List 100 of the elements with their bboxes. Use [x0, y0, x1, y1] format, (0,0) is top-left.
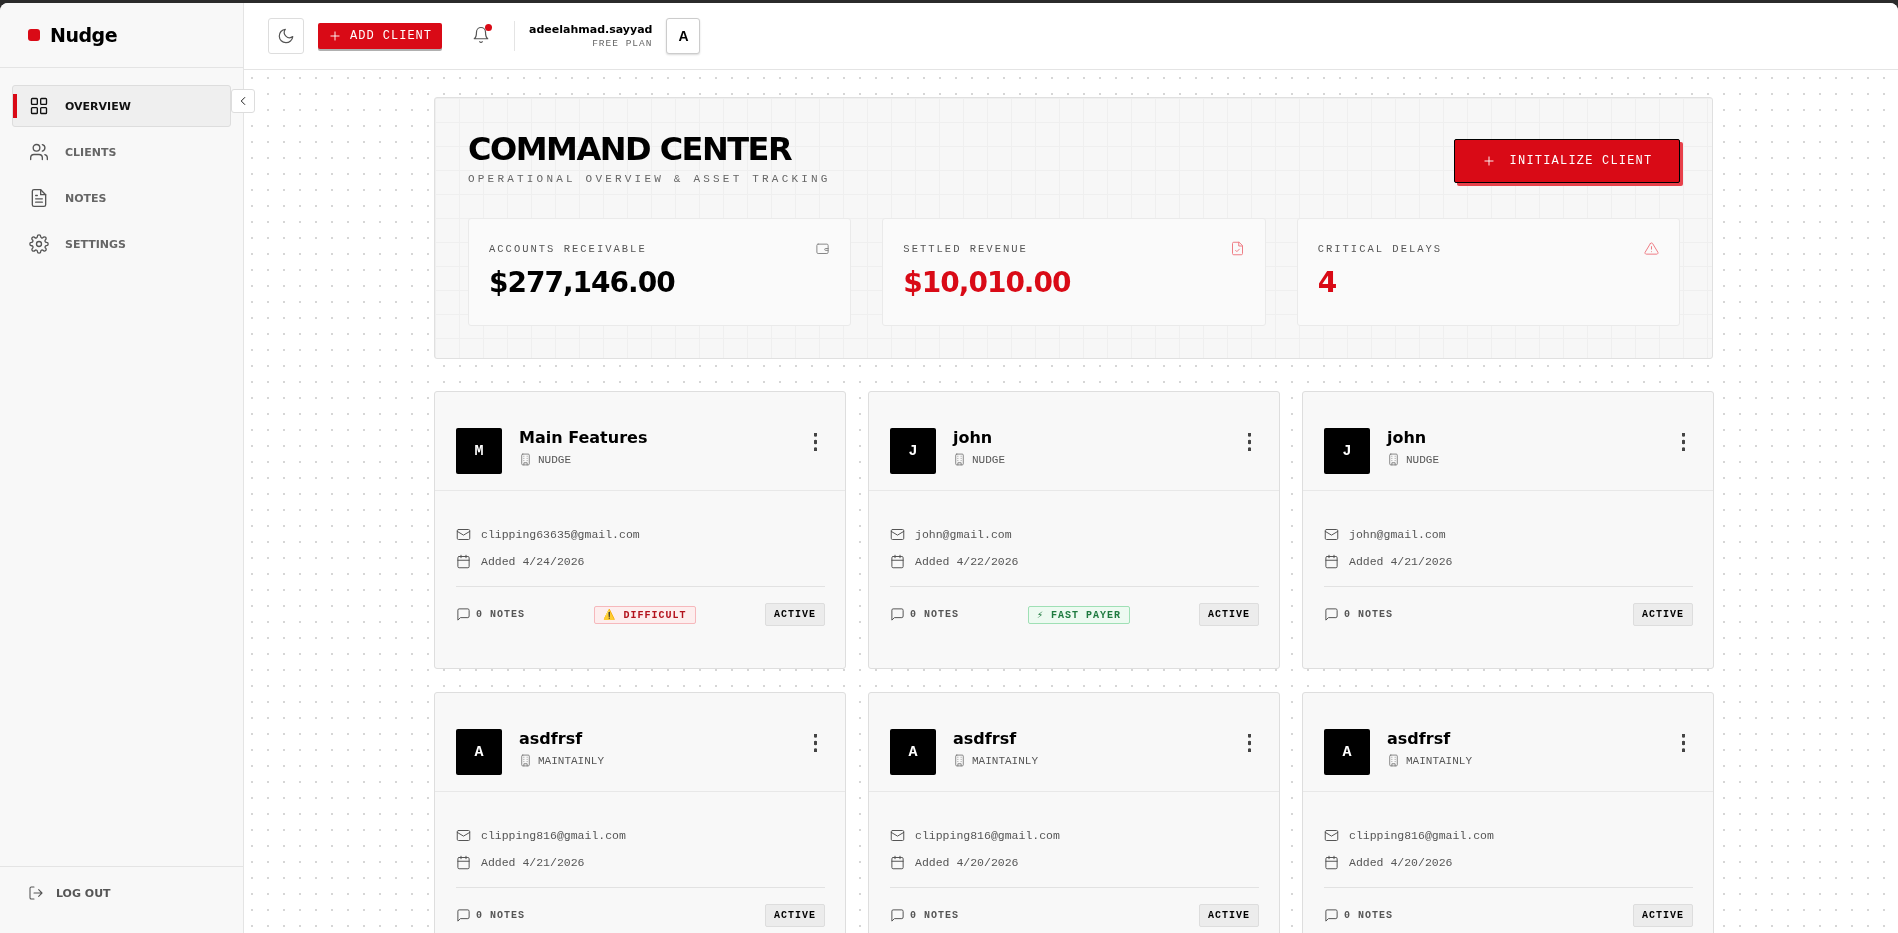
notes-count: 0 NOTES [910, 609, 959, 621]
client-name: asdfrsf [953, 729, 1018, 749]
stat-label: SETTLED REVENUE [903, 242, 1028, 255]
client-name: Main Features [519, 428, 649, 448]
building-icon [519, 754, 532, 768]
logout-icon [28, 885, 44, 901]
nav-item[interactable]: CLIENTS [12, 131, 231, 173]
brand-name: Nudge [50, 24, 117, 46]
logo-icon [28, 29, 40, 41]
client-tag: ⚡ FAST PAYER [1028, 605, 1130, 624]
status-badge: ACTIVE [764, 603, 825, 627]
notes-count: 0 NOTES [476, 910, 525, 922]
building-icon [1387, 453, 1400, 467]
company-name: MAINTAINLY [538, 754, 604, 767]
client-email: john@gmail.com [915, 528, 1012, 542]
stat-value: 4 [1317, 266, 1338, 300]
users-icon [29, 142, 49, 162]
client-email: john@gmail.com [1349, 528, 1446, 542]
comment-icon [1324, 908, 1339, 924]
more-icon [813, 734, 817, 753]
notes-count: 0 NOTES [910, 910, 959, 922]
client-name: asdfrsf [1387, 729, 1452, 749]
building-icon [1387, 754, 1400, 768]
nav-item[interactable]: SETTINGS [12, 223, 231, 265]
comment-icon [890, 908, 905, 924]
user-avatar[interactable]: A [666, 18, 701, 54]
building-icon [953, 453, 966, 467]
calendar-icon [456, 554, 471, 570]
client-avatar: J [890, 428, 936, 475]
mail-icon [456, 828, 471, 844]
moon-icon [277, 27, 295, 45]
comment-icon [1324, 607, 1339, 623]
calendar-icon [1324, 855, 1339, 871]
add-client-button[interactable]: ADD CLIENT [318, 23, 442, 49]
stat-value: $277,146.00 [489, 266, 676, 300]
status-badge: ACTIVE [1199, 904, 1259, 928]
file-check-icon [1229, 241, 1245, 257]
client-name: john [953, 428, 994, 448]
more-icon [1681, 433, 1685, 452]
more-icon [1247, 734, 1251, 753]
logout-link[interactable]: LOG OUT [28, 885, 215, 901]
client-email: clipping816@gmail.com [481, 829, 626, 843]
more-icon [1681, 734, 1685, 753]
added-date: Added 4/21/2026 [1349, 555, 1453, 569]
more-icon [813, 433, 817, 452]
client-avatar: A [890, 729, 936, 776]
nav-item[interactable]: NOTES [12, 177, 231, 219]
added-date: Added 4/20/2026 [915, 856, 1019, 870]
nav-item[interactable]: OVERVIEW [12, 85, 231, 127]
wallet-icon [815, 241, 831, 257]
stat-value: $10,010.00 [903, 266, 1072, 300]
stat-label: ACCOUNTS RECEIVABLE [489, 242, 647, 255]
company-name: MAINTAINLY [1406, 754, 1472, 767]
plan-label: FREE PLAN [592, 38, 653, 49]
status-badge: ACTIVE [1199, 603, 1259, 627]
calendar-icon [890, 554, 905, 570]
added-date: Added 4/24/2026 [481, 555, 585, 569]
client-avatar: A [1324, 729, 1370, 776]
client-email: clipping63635@gmail.com [481, 528, 640, 542]
status-badge: ACTIVE [1633, 603, 1693, 627]
user-name: adeelahmad.sayyad [529, 23, 653, 36]
comment-icon [456, 908, 471, 924]
added-date: Added 4/21/2026 [481, 856, 585, 870]
page-subtitle: OPERATIONAL OVERVIEW & ASSET TRACKING [468, 173, 831, 186]
comment-icon [456, 607, 471, 623]
added-date: Added 4/22/2026 [915, 555, 1019, 569]
company-name: NUDGE [538, 453, 571, 466]
client-email: clipping816@gmail.com [1349, 829, 1494, 843]
plus-icon [328, 29, 342, 43]
mail-icon [890, 527, 905, 543]
notes-count: 0 NOTES [1344, 609, 1393, 621]
mail-icon [890, 828, 905, 844]
client-name: john [1387, 428, 1428, 448]
theme-toggle-button[interactable] [268, 18, 304, 54]
status-badge: ACTIVE [765, 904, 825, 928]
more-icon [1247, 433, 1251, 452]
building-icon [953, 754, 966, 768]
client-name: asdfrsf [519, 729, 584, 749]
client-tag: ⚠ DIFFICULT [594, 605, 696, 624]
notes-count: 0 NOTES [476, 609, 525, 621]
warning-icon [1644, 241, 1659, 257]
calendar-icon [890, 855, 905, 871]
mail-icon [456, 527, 471, 543]
company-name: NUDGE [972, 453, 1005, 466]
company-name: NUDGE [1406, 453, 1439, 466]
page-title: COMMAND CENTER [468, 132, 793, 168]
document-icon [29, 188, 49, 208]
client-email: clipping816@gmail.com [915, 829, 1060, 843]
initialize-client-button[interactable]: INITIALIZE CLIENT [1454, 139, 1680, 183]
calendar-icon [456, 855, 471, 871]
company-name: MAINTAINLY [972, 754, 1038, 767]
client-avatar: A [456, 729, 502, 776]
mail-icon [1324, 828, 1339, 844]
status-badge: ACTIVE [1633, 904, 1693, 928]
building-icon [519, 453, 532, 467]
added-date: Added 4/20/2026 [1349, 856, 1453, 870]
stat-label: CRITICAL DELAYS [1317, 242, 1443, 255]
grid-icon [29, 96, 49, 116]
calendar-icon [1324, 554, 1339, 570]
bell-icon [472, 25, 490, 44]
